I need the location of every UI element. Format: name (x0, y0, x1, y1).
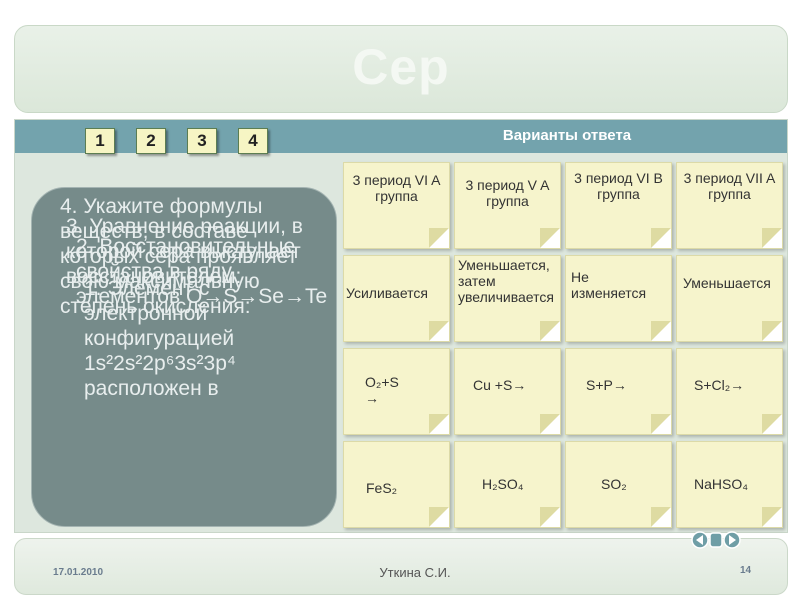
slide-title: Сер (352, 39, 450, 95)
answer-card[interactable]: Уменьшается (676, 255, 783, 342)
answer-card[interactable]: 3 период VII A группа (676, 162, 783, 249)
answer-card[interactable]: Усиливается (343, 255, 450, 342)
answer-text: Не изменяется (571, 269, 647, 301)
answer-text: Уменьшается, затем увеличивается (458, 257, 554, 305)
title-bar: Сер (14, 25, 788, 113)
answer-text: H₂SO₄ (482, 476, 524, 492)
answer-card[interactable]: NaHSO₄ (676, 441, 783, 528)
answer-text: Усиливается (346, 285, 428, 301)
answer-card[interactable]: 3 период V A группа (454, 162, 561, 249)
answer-card[interactable]: H₂SO₄ (454, 441, 561, 528)
answer-text: FeS₂ (366, 480, 398, 496)
answer-text: 3 период VII A группа (683, 170, 776, 202)
question-panel: 4. Укажите формулы веществ, в составе ко… (31, 187, 337, 527)
header-strip: 1 2 3 4 Варианты ответа (15, 120, 787, 154)
answer-card[interactable]: S+P→ (565, 348, 672, 435)
answer-card[interactable]: Cu +S→ (454, 348, 561, 435)
answer-text: 3 период VI B группа (574, 170, 663, 202)
question-4-button[interactable]: 4 (238, 128, 268, 154)
question-1-button[interactable]: 1 (85, 128, 115, 154)
footer-bar: 17.01.2010 Уткина С.И. 14 (14, 538, 788, 595)
answer-card[interactable]: SO₂ (565, 441, 672, 528)
answer-text: 3 период V A группа (465, 177, 550, 209)
answer-card[interactable]: 3 период VI A группа (343, 162, 450, 249)
answer-card[interactable]: Не изменяется (565, 255, 672, 342)
answer-text: SO₂ (601, 476, 627, 492)
question-1-text: 1. Элемент с электронной конфигурацией 1… (84, 277, 236, 400)
footer-page-number: 14 (740, 565, 752, 576)
question-3-button[interactable]: 3 (187, 128, 217, 154)
answer-text: O₂+S → (365, 374, 399, 406)
answer-card[interactable]: O₂+S → (343, 348, 450, 435)
answer-text: S+P→ (586, 377, 627, 393)
answer-text: Уменьшается (683, 275, 771, 291)
answer-card[interactable]: FeS₂ (343, 441, 450, 528)
answer-text: 3 период VI A группа (352, 172, 441, 204)
answer-text: S+Cl₂→ (694, 377, 745, 393)
content-panel: 1 2 3 4 Варианты ответа 4. Укажите форму… (14, 119, 788, 533)
answer-card[interactable]: Уменьшается, затем увеличивается (454, 255, 561, 342)
answer-text: Cu +S→ (473, 377, 527, 393)
footer-date: 17.01.2010 (53, 567, 104, 578)
navigation-arrows-icon[interactable] (690, 530, 742, 550)
footer-author: Уткина С.И. (379, 565, 451, 580)
answer-text: NaHSO₄ (694, 476, 748, 492)
question-2-button[interactable]: 2 (136, 128, 166, 154)
answer-card[interactable]: S+Cl₂→ (676, 348, 783, 435)
answer-card[interactable]: 3 период VI B группа (565, 162, 672, 249)
answers-header: Варианты ответа (502, 127, 632, 144)
